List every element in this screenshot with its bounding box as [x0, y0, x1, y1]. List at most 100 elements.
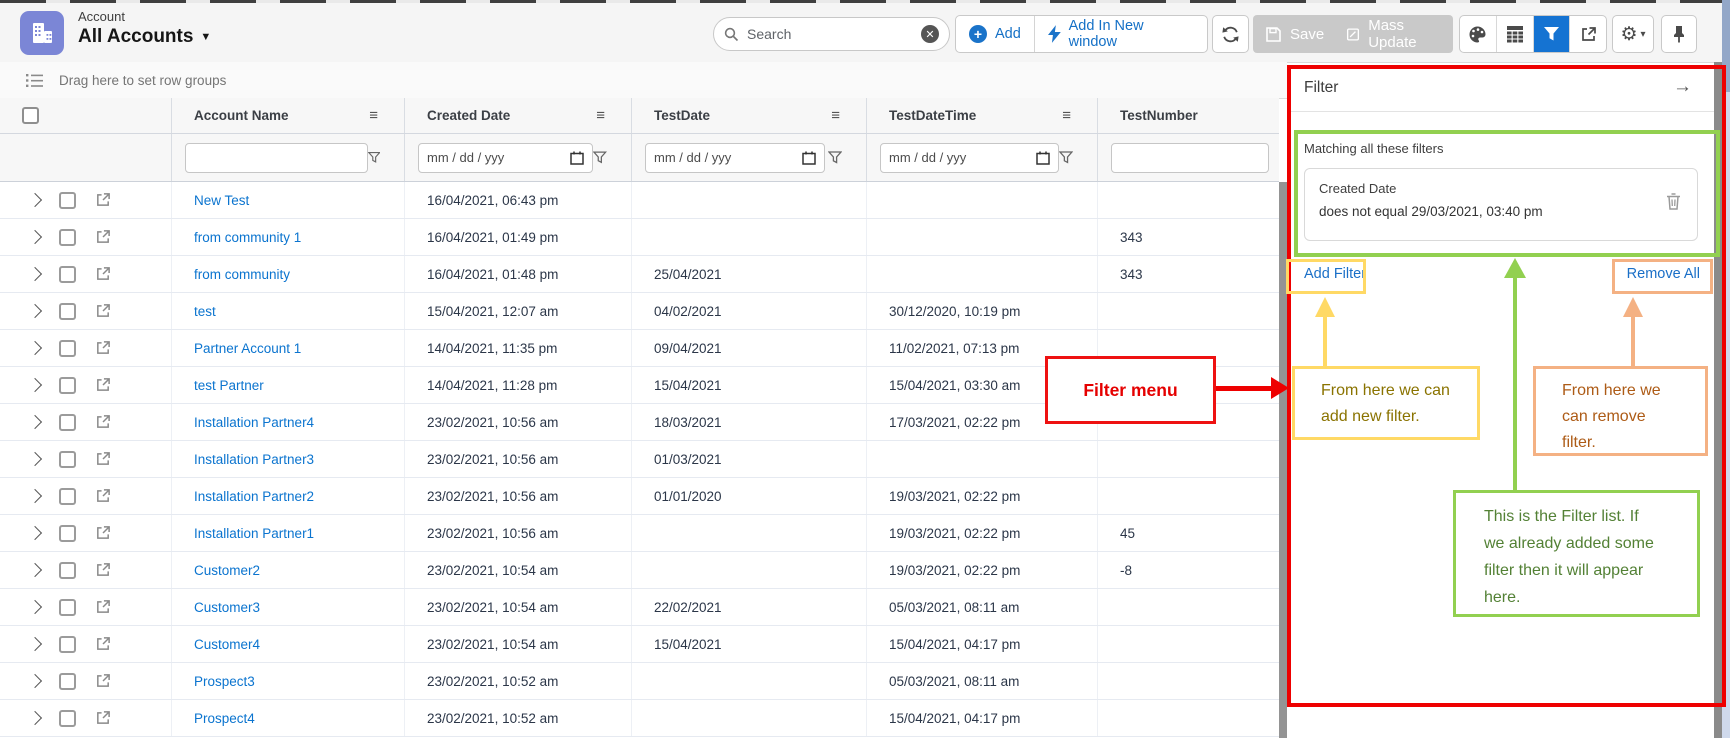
view-selector[interactable]: All Accounts ▼	[78, 26, 211, 48]
open-record-icon[interactable]	[95, 562, 111, 578]
account-name-link[interactable]: from community 1	[194, 230, 301, 245]
column-menu-icon[interactable]: ≡	[596, 107, 605, 124]
row-checkbox[interactable]	[59, 636, 76, 653]
test-number-filter-input[interactable]	[1111, 143, 1269, 173]
open-record-icon[interactable]	[95, 488, 111, 504]
open-record-icon[interactable]	[95, 340, 111, 356]
account-name-link[interactable]: Prospect3	[194, 674, 255, 689]
panel-vertical-scrollbar[interactable]	[1714, 62, 1722, 738]
open-record-icon[interactable]	[95, 636, 111, 652]
row-expand-chevron-icon[interactable]	[28, 267, 42, 281]
calendar-icon[interactable]	[802, 151, 816, 165]
account-name-link[interactable]: Partner Account 1	[194, 341, 301, 356]
column-header-created-date[interactable]: Created Date ≡	[405, 98, 632, 133]
open-new-tab-button[interactable]	[1570, 16, 1606, 52]
test-datetime-filter-input[interactable]: mm / dd / yyy	[880, 143, 1059, 173]
funnel-icon[interactable]	[1059, 151, 1073, 164]
open-record-icon[interactable]	[95, 266, 111, 282]
row-expand-chevron-icon[interactable]	[28, 452, 42, 466]
account-name-link[interactable]: test Partner	[194, 378, 264, 393]
row-expand-chevron-icon[interactable]	[28, 600, 42, 614]
open-record-icon[interactable]	[95, 414, 111, 430]
row-checkbox[interactable]	[59, 488, 76, 505]
search-input[interactable]: Search ✕	[713, 17, 950, 51]
filter-list-item[interactable]: Created Date does not equal 29/03/2021, …	[1304, 168, 1698, 241]
account-name-link[interactable]: Installation Partner3	[194, 452, 314, 467]
trash-icon[interactable]	[1666, 193, 1681, 210]
row-group-drop-zone[interactable]: Drag here to set row groups	[0, 62, 1287, 99]
add-in-new-window-button[interactable]: Add In New window	[1035, 16, 1207, 52]
account-name-link[interactable]: from community	[194, 267, 290, 282]
open-record-icon[interactable]	[95, 525, 111, 541]
account-name-link[interactable]: Prospect4	[194, 711, 255, 726]
account-name-link[interactable]: test	[194, 304, 216, 319]
filter-button[interactable]	[1534, 16, 1571, 52]
column-header-test-number[interactable]: TestNumber	[1098, 98, 1279, 133]
funnel-icon[interactable]	[828, 151, 842, 164]
row-checkbox[interactable]	[59, 525, 76, 542]
account-name-link[interactable]: Customer3	[194, 600, 260, 615]
add-filter-button[interactable]: Add Filter	[1304, 266, 1366, 282]
save-button[interactable]: Save	[1265, 26, 1324, 43]
row-expand-chevron-icon[interactable]	[28, 230, 42, 244]
clear-search-icon[interactable]: ✕	[921, 25, 939, 43]
remove-all-button[interactable]: Remove All	[1627, 266, 1700, 282]
created-date-filter-input[interactable]: mm / dd / yyy	[418, 143, 593, 173]
open-record-icon[interactable]	[95, 599, 111, 615]
open-record-icon[interactable]	[95, 303, 111, 319]
row-expand-chevron-icon[interactable]	[28, 711, 42, 725]
row-expand-chevron-icon[interactable]	[28, 415, 42, 429]
open-record-icon[interactable]	[95, 377, 111, 393]
row-expand-chevron-icon[interactable]	[28, 637, 42, 651]
row-expand-chevron-icon[interactable]	[28, 378, 42, 392]
calendar-icon[interactable]	[570, 151, 584, 165]
row-checkbox[interactable]	[59, 377, 76, 394]
calendar-icon[interactable]	[1036, 151, 1050, 165]
account-name-link[interactable]: Installation Partner1	[194, 526, 314, 541]
column-header-test-date[interactable]: TestDate ≡	[632, 98, 867, 133]
column-menu-icon[interactable]: ≡	[1062, 107, 1071, 124]
theme-button[interactable]	[1460, 16, 1497, 52]
column-menu-icon[interactable]: ≡	[369, 107, 378, 124]
row-expand-chevron-icon[interactable]	[28, 563, 42, 577]
row-expand-chevron-icon[interactable]	[28, 489, 42, 503]
column-header-test-datetime[interactable]: TestDateTime ≡	[867, 98, 1098, 133]
open-record-icon[interactable]	[95, 451, 111, 467]
add-button[interactable]: + Add	[956, 16, 1034, 52]
row-checkbox[interactable]	[59, 266, 76, 283]
columns-button[interactable]	[1497, 16, 1534, 52]
open-record-icon[interactable]	[95, 229, 111, 245]
open-record-icon[interactable]	[95, 710, 111, 726]
grid-vertical-scrollbar[interactable]	[1279, 182, 1287, 738]
page-scrollbar-thumb[interactable]	[1722, 0, 1730, 92]
row-checkbox[interactable]	[59, 340, 76, 357]
account-name-filter-input[interactable]	[185, 143, 368, 173]
select-all-checkbox[interactable]	[22, 107, 39, 124]
row-expand-chevron-icon[interactable]	[28, 193, 42, 207]
account-name-link[interactable]: Installation Partner2	[194, 489, 314, 504]
account-name-link[interactable]: Installation Partner4	[194, 415, 314, 430]
page-scrollbar[interactable]	[1722, 0, 1730, 738]
row-checkbox[interactable]	[59, 414, 76, 431]
row-checkbox[interactable]	[59, 710, 76, 727]
account-name-link[interactable]: Customer4	[194, 637, 260, 652]
row-checkbox[interactable]	[59, 599, 76, 616]
row-expand-chevron-icon[interactable]	[28, 674, 42, 688]
row-checkbox[interactable]	[59, 192, 76, 209]
row-expand-chevron-icon[interactable]	[28, 341, 42, 355]
row-checkbox[interactable]	[59, 451, 76, 468]
row-checkbox[interactable]	[59, 673, 76, 690]
test-date-filter-input[interactable]: mm / dd / yyy	[645, 143, 825, 173]
row-checkbox[interactable]	[59, 303, 76, 320]
account-name-link[interactable]: New Test	[194, 193, 249, 208]
pin-button[interactable]	[1661, 15, 1697, 53]
refresh-button[interactable]	[1212, 15, 1249, 53]
open-record-icon[interactable]	[95, 673, 111, 689]
open-record-icon[interactable]	[95, 192, 111, 208]
settings-button[interactable]: ⚙ ▾	[1612, 15, 1654, 53]
funnel-icon[interactable]	[368, 151, 380, 164]
row-checkbox[interactable]	[59, 562, 76, 579]
column-menu-icon[interactable]: ≡	[831, 107, 840, 124]
row-expand-chevron-icon[interactable]	[28, 304, 42, 318]
account-name-link[interactable]: Customer2	[194, 563, 260, 578]
